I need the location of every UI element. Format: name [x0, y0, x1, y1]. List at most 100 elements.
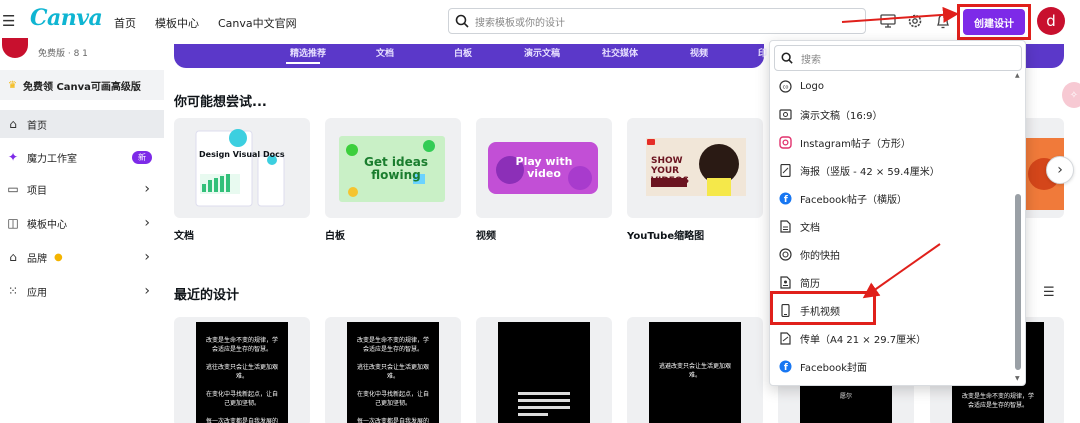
list-view-icon[interactable]: ☰: [1043, 285, 1055, 300]
recent-design-card[interactable]: 逃避改变只会让生活更加艰难。: [627, 317, 763, 423]
sidebar-item-label: 品牌: [27, 253, 47, 265]
card-label-docs: 文档: [174, 231, 194, 242]
dropdown-item-facebook-cover[interactable]: f Facebook封面: [778, 355, 1014, 377]
card-label-youtube: YouTube缩略图: [627, 231, 705, 242]
tab-docs[interactable]: 文档: [376, 46, 394, 59]
brand-icon: ⌂: [9, 250, 17, 264]
template-icon: ◫: [7, 216, 19, 230]
template-card-whiteboard[interactable]: Get ideas flowing: [325, 118, 461, 218]
card-thumb-text: SHOW YOUR VIDEOS: [651, 156, 690, 186]
chevron-right-icon: ›: [144, 215, 150, 231]
nav-templates[interactable]: 模板中心: [155, 15, 199, 31]
dropdown-item-story[interactable]: 你的快拍: [778, 243, 1014, 265]
dropdown-item-logo[interactable]: co Logo: [778, 75, 1014, 97]
dropdown-item-label: 传单（A4 21 × 29.7厘米）: [800, 334, 927, 346]
card-thumb-text: Get ideas flowing: [364, 155, 428, 182]
card-thumb-text: Design Visual Docs: [199, 150, 285, 159]
dropdown-scrollbar[interactable]: [1015, 194, 1021, 370]
sidebar-item-magic-studio[interactable]: ✦ 魔力工作室 新: [0, 143, 164, 171]
template-card-video[interactable]: Play with video: [476, 118, 612, 218]
dropdown-item-presentation[interactable]: 演示文稿（16:9）: [778, 103, 1014, 125]
dropdown-item-label: Facebook帖子（横版）: [800, 194, 907, 206]
sidebar: 免费版 · 8 1 ♛ 免费领 Canva可画高级版 ⌂ 首页 ✦ 魔力工作室 …: [0, 38, 164, 423]
logo-icon: co: [778, 79, 792, 93]
new-badge: 新: [132, 150, 152, 164]
sidebar-item-label: 项目: [27, 185, 47, 197]
monitor-icon[interactable]: [879, 12, 897, 30]
dropdown-item-instagram[interactable]: Instagram帖子（方形）: [778, 131, 1014, 153]
sidebar-item-apps[interactable]: ⁙ 应用 ›: [0, 277, 164, 305]
canva-logo[interactable]: Canva: [30, 5, 103, 31]
dropdown-item-facebook-post[interactable]: f Facebook帖子（横版）: [778, 187, 1014, 209]
nav-canva-cn[interactable]: Canva中文官网: [218, 15, 297, 31]
poster-icon: [778, 163, 792, 177]
ai-assistant-bubble[interactable]: ✧: [1062, 82, 1080, 108]
sidebar-item-home[interactable]: ⌂ 首页: [0, 110, 164, 138]
create-design-dropdown: 搜索 co Logo 演示文稿（16:9） Instagram帖子（方形） 海报…: [769, 40, 1026, 386]
chevron-right-icon: ›: [144, 181, 150, 197]
recent-design-card[interactable]: 改变是生命不变的规律，学会适应是生存的智慧。 逃往改变只会让生活更加艰难。 在变…: [325, 317, 461, 423]
banner-edge: [1026, 44, 1064, 68]
recent-section-title: 最近的设计: [174, 288, 240, 303]
sidebar-item-label: 首页: [27, 120, 47, 132]
presentation-icon: [778, 107, 792, 121]
scroll-up-arrow-icon[interactable]: ▲: [1015, 72, 1020, 79]
avatar[interactable]: d: [1037, 7, 1065, 35]
dropdown-item-resume[interactable]: 简历: [778, 271, 1014, 293]
flyer-icon: [778, 331, 792, 345]
account-row[interactable]: 免费版 · 8 1: [0, 38, 164, 66]
dropdown-item-label: 海报（竖版 - 42 × 59.4厘米）: [800, 166, 940, 178]
settings-gear-icon[interactable]: [906, 12, 924, 30]
tab-presentation[interactable]: 演示文稿: [524, 46, 560, 59]
resume-icon: [778, 275, 792, 289]
dropdown-search-input[interactable]: 搜索: [774, 45, 1022, 71]
menu-icon[interactable]: ☰: [2, 12, 15, 30]
card-thumb-text: Play with video: [515, 155, 573, 180]
story-icon: [778, 247, 792, 261]
dropdown-item-label: Instagram帖子（方形）: [800, 138, 911, 150]
folder-icon: ▭: [7, 182, 19, 196]
dropdown-item-label: 简历: [800, 278, 820, 290]
template-card-youtube[interactable]: SHOW YOUR VIDEOS: [627, 118, 763, 218]
dropdown-item-label: 演示文稿（16:9）: [800, 110, 883, 122]
upgrade-promo[interactable]: ♛ 免费领 Canva可画高级版: [0, 70, 164, 100]
recent-thumb-blank: [498, 322, 590, 423]
sidebar-item-templates[interactable]: ◫ 模板中心 ›: [0, 209, 164, 237]
tab-social[interactable]: 社交媒体: [602, 46, 638, 59]
create-design-button[interactable]: 创建设计: [963, 9, 1025, 35]
tab-print[interactable]: 印: [758, 46, 767, 59]
sidebar-item-projects[interactable]: ▭ 项目 ›: [0, 175, 164, 203]
category-banner: 精选推荐 文档 白板 演示文稿 社交媒体 视频 印: [174, 44, 767, 68]
top-nav: 首页 模板中心 Canva中文官网: [114, 15, 297, 31]
recent-design-card[interactable]: 改变是生命不变的规律，学会适应是生存的智慧。 逃往改变只会让生活更加艰难。 在变…: [174, 317, 310, 423]
dropdown-item-doc[interactable]: 文档: [778, 215, 1014, 237]
svg-text:co: co: [782, 84, 788, 90]
tab-whiteboard[interactable]: 白板: [454, 46, 472, 59]
try-section-title: 你可能想尝试...: [174, 95, 267, 110]
dropdown-item-flyer[interactable]: 传单（A4 21 × 29.7厘米）: [778, 327, 1014, 349]
recent-design-card[interactable]: [476, 317, 612, 423]
apps-grid-icon: ⁙: [7, 284, 19, 298]
template-card-docs[interactable]: Design Visual Docs: [174, 118, 310, 218]
dropdown-item-label: Logo: [800, 80, 824, 92]
chevron-right-icon: ›: [144, 249, 150, 265]
nav-home[interactable]: 首页: [114, 15, 136, 31]
instagram-icon: [778, 135, 792, 149]
carousel-next-button[interactable]: ›: [1046, 156, 1074, 184]
scroll-down-arrow-icon[interactable]: ▼: [1015, 375, 1020, 382]
svg-text:f: f: [783, 363, 787, 373]
card-label-whiteboard: 白板: [325, 231, 345, 242]
sidebar-item-brand[interactable]: ⌂ 品牌 ● ›: [0, 243, 164, 271]
account-avatar: [2, 38, 28, 58]
sidebar-item-label: 魔力工作室: [27, 153, 77, 165]
phone-video-highlight: [770, 291, 876, 325]
search-bar[interactable]: 搜索模板或你的设计: [448, 8, 866, 34]
dropdown-item-poster[interactable]: 海报（竖版 - 42 × 59.4厘米）: [778, 159, 1014, 181]
facebook-icon: f: [778, 191, 792, 205]
crown-badge-icon: ●: [54, 251, 63, 263]
bell-icon[interactable]: [934, 12, 952, 30]
tab-featured[interactable]: 精选推荐: [290, 46, 326, 59]
tab-video[interactable]: 视频: [690, 46, 708, 59]
svg-text:f: f: [783, 195, 787, 205]
recent-thumb-text: 改变是生命不变的规律，学会适应是生存的智慧。 逃往改变只会让生活更加艰难。 在变…: [196, 322, 288, 423]
